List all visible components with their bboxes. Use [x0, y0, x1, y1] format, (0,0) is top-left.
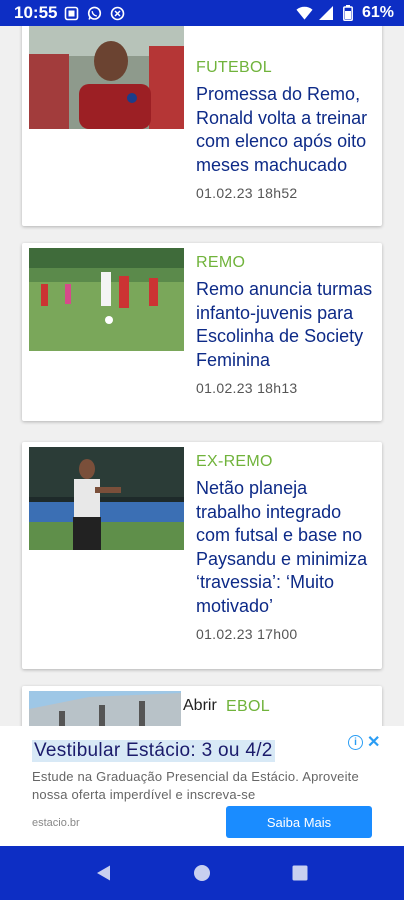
- news-feed[interactable]: FUTEBOL Promessa do Remo, Ronald volta a…: [0, 26, 404, 726]
- article-headline[interactable]: Remo anuncia turmas infanto-juvenis para…: [196, 278, 374, 372]
- home-circle-icon: [194, 865, 210, 881]
- article-thumbnail[interactable]: [29, 691, 181, 726]
- home-button[interactable]: [189, 860, 215, 886]
- article-card-partial[interactable]: Abrir EBOL: [22, 686, 382, 726]
- article-thumbnail[interactable]: [29, 26, 184, 129]
- cast-icon: [109, 5, 126, 22]
- article-thumbnail[interactable]: [29, 447, 184, 550]
- back-button[interactable]: [91, 860, 117, 886]
- wifi-icon: [296, 5, 313, 22]
- screenshot-icon: [63, 5, 80, 22]
- article-category[interactable]: FUTEBOL: [196, 59, 374, 77]
- status-bar: 10:55 61%: [0, 0, 404, 26]
- article-category[interactable]: EX-REMO: [196, 453, 374, 471]
- article-card-ronald[interactable]: FUTEBOL Promessa do Remo, Ronald volta a…: [22, 26, 382, 226]
- ad-close-icon[interactable]: ✕: [367, 732, 380, 752]
- ad-url[interactable]: estacio.br: [32, 817, 80, 829]
- article-date: 01.02.23 17h00: [196, 626, 298, 642]
- signal-icon: [318, 5, 335, 22]
- article-headline[interactable]: Promessa do Remo, Ronald volta a treinar…: [196, 83, 374, 177]
- recents-button[interactable]: [287, 860, 313, 886]
- recents-square-icon: [292, 865, 308, 881]
- battery-percent: 61%: [361, 4, 394, 21]
- back-triangle-icon: [97, 865, 110, 881]
- open-link-tooltip[interactable]: Abrir: [181, 696, 219, 716]
- ad-info-icon[interactable]: i: [348, 735, 363, 750]
- article-card-netao[interactable]: EX-REMO Netão planeja trabalho integrado…: [22, 442, 382, 669]
- ad-banner[interactable]: i ✕ Vestibular Estácio: 3 ou 4/2 Estude …: [0, 726, 404, 846]
- article-date: 01.02.23 18h52: [196, 185, 298, 201]
- article-category[interactable]: EBOL: [226, 698, 270, 716]
- battery-icon: [340, 5, 357, 22]
- article-card-escolinha[interactable]: REMO Remo anuncia turmas infanto-juvenis…: [22, 243, 382, 421]
- article-thumbnail[interactable]: [29, 248, 184, 351]
- article-category[interactable]: REMO: [196, 254, 374, 272]
- ad-description[interactable]: Estude na Graduação Presencial da Estáci…: [32, 768, 372, 804]
- article-date: 01.02.23 18h13: [196, 380, 298, 396]
- system-nav-bar: [0, 846, 404, 900]
- ad-title[interactable]: Vestibular Estácio: 3 ou 4/2: [32, 740, 275, 762]
- whatsapp-icon: [86, 5, 103, 22]
- status-time: 10:55: [14, 3, 58, 22]
- article-headline[interactable]: Netão planeja trabalho integrado com fut…: [196, 477, 374, 618]
- ad-cta-button[interactable]: Saiba Mais: [226, 806, 372, 838]
